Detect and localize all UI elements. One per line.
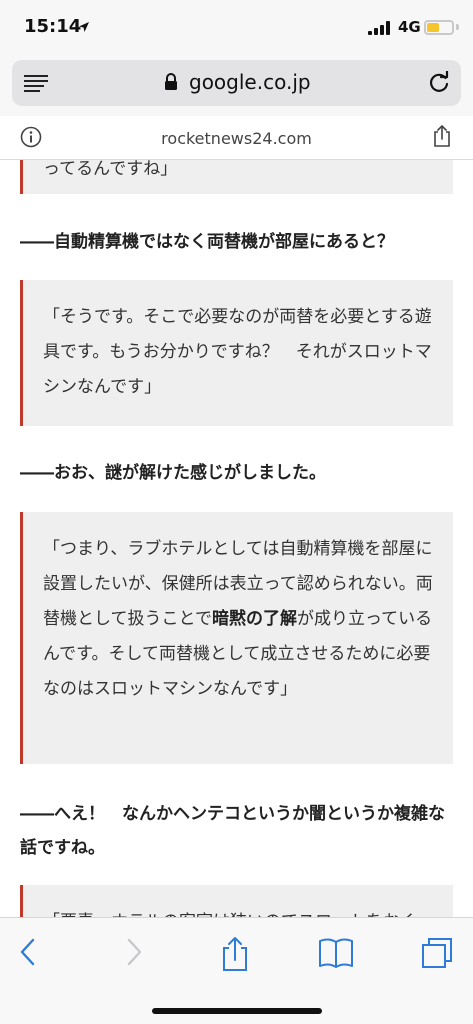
- reload-icon[interactable]: [428, 70, 450, 97]
- share-icon[interactable]: [220, 936, 250, 976]
- battery-level: [427, 23, 439, 32]
- bookmarks-icon[interactable]: [318, 936, 354, 974]
- quote-block: 「そうです。そこで必要なのが両替を必要とする遊具です。もうお分かりですね？ それ…: [20, 280, 453, 426]
- quote-block-partial-top: ってるんですね」: [20, 160, 453, 194]
- quote-text: ってるんですね」: [43, 160, 178, 179]
- menu-icon[interactable]: [24, 74, 50, 92]
- home-indicator: [152, 1008, 322, 1014]
- site-info-bar: rocketnews24.com: [0, 116, 473, 160]
- quote-block-partial-bottom: 「要素、ホテルの客室は狭いのでスロットをおく: [20, 885, 453, 917]
- quote-text: 「要素、ホテルの客室は狭いのでスロットをおく: [23, 885, 453, 917]
- status-time: 15:14: [24, 16, 82, 37]
- interview-question: ――へえ！ なんかヘンテコというか闇というか複雑な話ですね。: [20, 804, 445, 858]
- quote-text: 「そうです。そこで必要なのが両替を必要とする遊具です。もうお分かりですね？ それ…: [43, 307, 432, 397]
- address-bar[interactable]: google.co.jp: [12, 60, 461, 106]
- quote-text-bold: 暗黙の了解: [211, 609, 297, 629]
- share-icon[interactable]: [432, 124, 452, 152]
- status-bar: 15:14 4G: [0, 0, 473, 54]
- signal-icon: [368, 20, 392, 35]
- interview-question: ――自動精算機ではなく両替機が部屋にあると？: [20, 232, 394, 252]
- interview-question: ――おお、謎が解けた感じがしました。: [20, 463, 326, 483]
- quote-text: 「つまり、ラブホテルとしては自動精算機を部屋に設置したいが、保健所は表立って認め…: [23, 512, 453, 707]
- back-icon[interactable]: [16, 936, 40, 972]
- location-arrow-icon: [78, 18, 90, 37]
- battery-icon: [424, 20, 454, 35]
- battery-cap: [456, 24, 459, 30]
- lock-icon: [164, 73, 178, 95]
- article-content: ってるんですね」 ――自動精算機ではなく両替機が部屋にあると？ 「そうです。そこ…: [0, 160, 473, 917]
- site-domain: rocketnews24.com: [161, 129, 312, 148]
- browser-url-area: google.co.jp: [0, 54, 473, 116]
- forward-icon[interactable]: [122, 936, 146, 972]
- tabs-icon[interactable]: [420, 936, 454, 974]
- quote-block: 「つまり、ラブホテルとしては自動精算機を部屋に設置したいが、保健所は表立って認め…: [20, 512, 453, 764]
- url-text[interactable]: google.co.jp: [189, 70, 311, 94]
- network-type: 4G: [398, 18, 421, 36]
